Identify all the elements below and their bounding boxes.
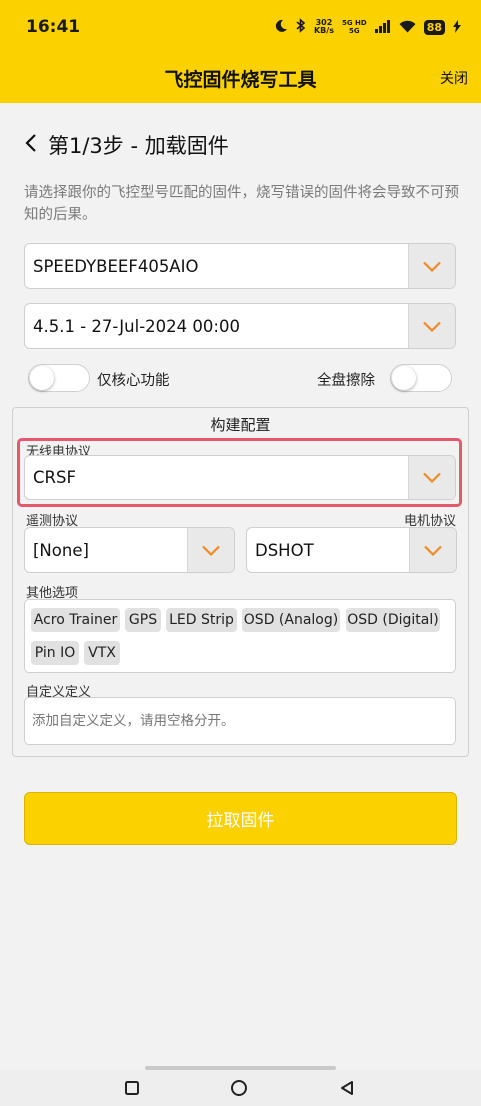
- nav-handle: [145, 1066, 336, 1070]
- full-erase-toggle[interactable]: [390, 364, 452, 392]
- moon-icon: [274, 18, 288, 37]
- highlight-box: [17, 438, 462, 507]
- toggle-knob: [392, 366, 416, 390]
- option-chip[interactable]: Acro Trainer: [31, 608, 120, 632]
- step-title: 第1/3步 - 加载固件: [48, 134, 229, 158]
- status-time: 16:41: [26, 17, 81, 37]
- build-config-title: 构建配置: [210, 416, 271, 434]
- board-select-value: SPEEDYBEEF405AIO: [33, 256, 199, 276]
- chevron-down-icon[interactable]: [408, 304, 455, 348]
- bluetooth-icon: [296, 17, 306, 37]
- chevron-down-icon[interactable]: [187, 528, 234, 572]
- motor-protocol-select[interactable]: DSHOT: [246, 527, 457, 573]
- wifi-icon: [399, 18, 416, 37]
- core-only-label: 仅核心功能: [97, 373, 170, 389]
- pull-firmware-button[interactable]: 拉取固件: [24, 792, 457, 845]
- telemetry-protocol-select[interactable]: [None]: [24, 527, 235, 573]
- option-chip[interactable]: LED Strip: [166, 608, 237, 632]
- circle-icon[interactable]: [228, 1077, 250, 1099]
- motor-protocol-value: DSHOT: [255, 540, 314, 560]
- chevron-down-icon[interactable]: [409, 528, 456, 572]
- charging-icon: [453, 18, 461, 37]
- version-select-value: 4.5.1 - 27-Jul-2024 00:00: [33, 316, 240, 336]
- speed-unit: KB/s: [313, 26, 334, 35]
- option-chip[interactable]: OSD (Analog): [242, 608, 340, 632]
- step-description: 请选择跟你的飞控型号匹配的固件，烧写错误的固件将会导致不可预知的后果。: [24, 185, 459, 223]
- network-speed: 302 KB/s: [314, 19, 334, 35]
- option-chip[interactable]: GPS: [125, 608, 161, 632]
- version-select[interactable]: 4.5.1 - 27-Jul-2024 00:00: [24, 303, 456, 349]
- network-type: 5G HD 5G: [342, 19, 367, 35]
- battery-level: 88: [423, 19, 445, 35]
- status-bar: 16:41 302 KB/s 5G HD 5G 88: [0, 0, 481, 55]
- close-button[interactable]: 关闭: [440, 68, 468, 88]
- core-only-toggle[interactable]: [28, 364, 90, 392]
- network-bottom: 5G: [349, 27, 360, 35]
- square-icon[interactable]: [121, 1077, 143, 1099]
- status-icons: 302 KB/s 5G HD 5G 88: [274, 15, 461, 39]
- chevron-down-icon[interactable]: [408, 244, 455, 288]
- network-top: 5G HD: [341, 19, 367, 27]
- toggle-knob: [30, 366, 54, 390]
- app-titlebar: 飞控固件烧写工具 关闭: [0, 55, 481, 103]
- option-chip[interactable]: OSD (Digital): [346, 608, 440, 632]
- option-chip[interactable]: VTX: [84, 641, 120, 665]
- back-chevron-icon[interactable]: [24, 133, 38, 157]
- option-chip[interactable]: Pin IO: [31, 641, 79, 665]
- telemetry-protocol-value: [None]: [33, 540, 89, 560]
- full-erase-label: 全盘擦除: [317, 373, 375, 389]
- custom-defines-input[interactable]: [24, 697, 456, 745]
- step-header: 第1/3步 - 加载固件: [24, 130, 229, 160]
- signal-icon: [374, 18, 391, 37]
- board-select[interactable]: SPEEDYBEEF405AIO: [24, 243, 456, 289]
- app-title: 飞控固件烧写工具: [164, 69, 317, 91]
- back-triangle-icon[interactable]: [336, 1077, 358, 1099]
